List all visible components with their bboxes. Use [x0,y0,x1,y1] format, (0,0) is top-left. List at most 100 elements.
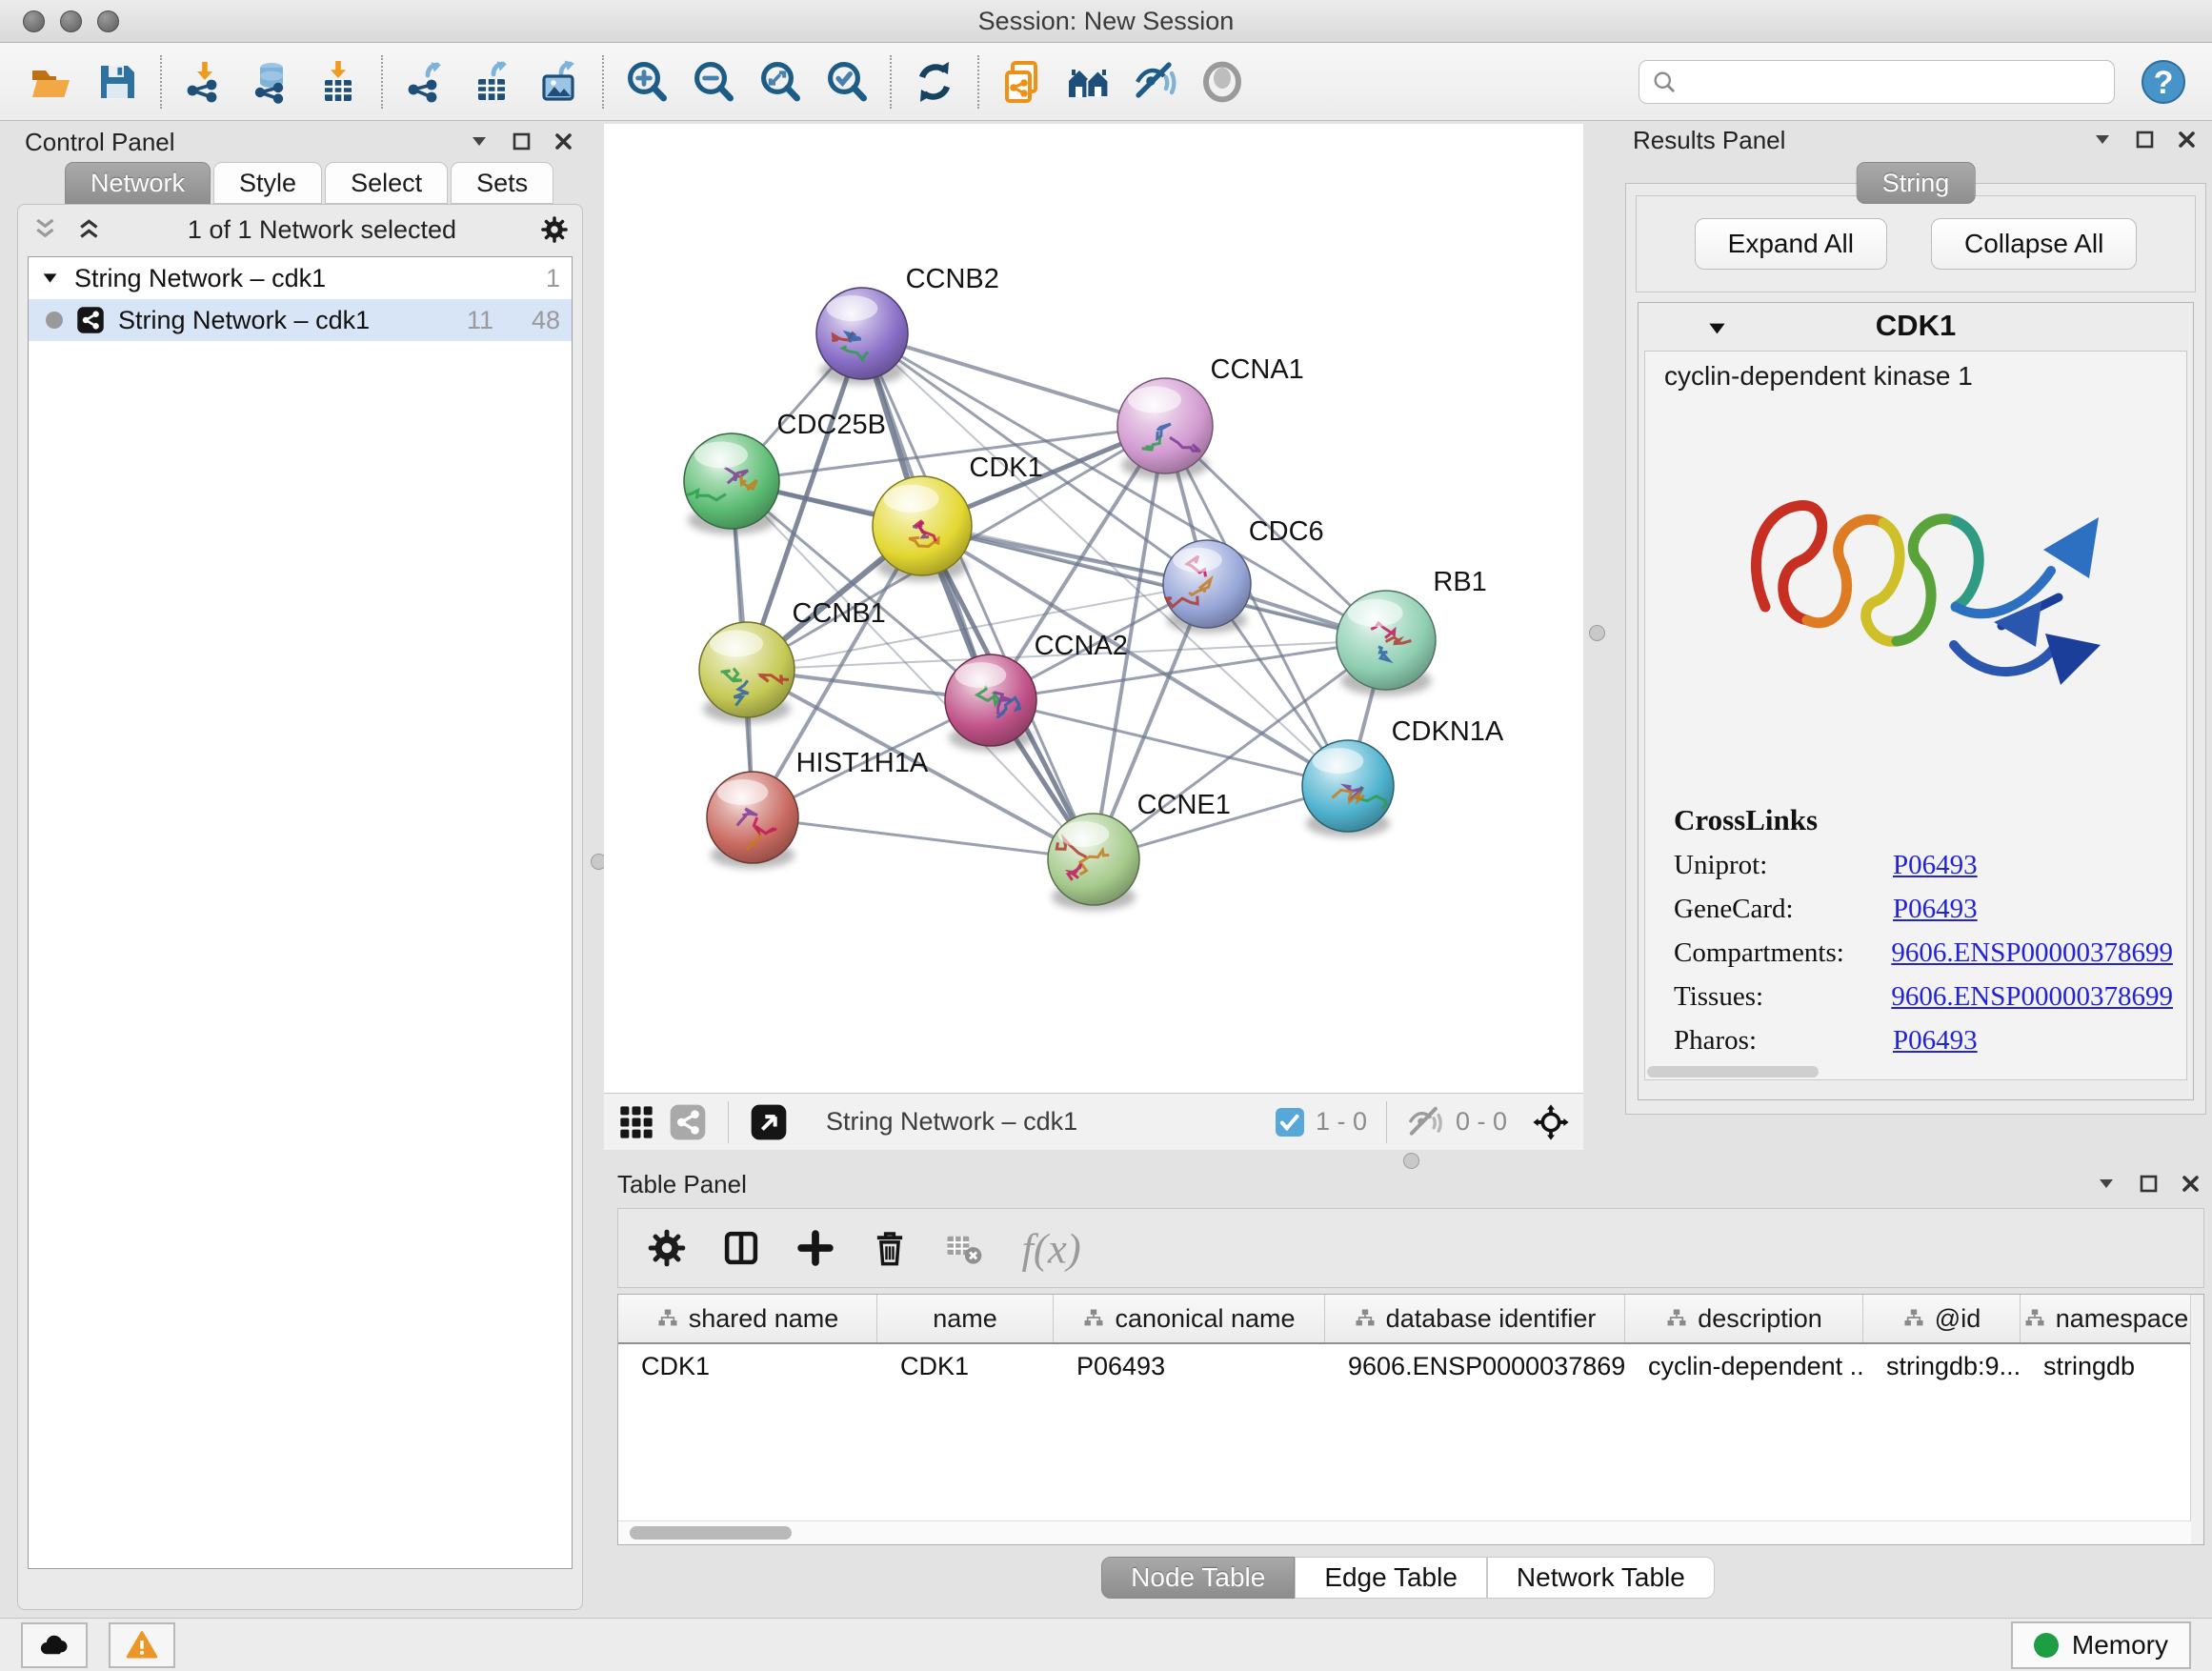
cell-shared-name[interactable]: CDK1 [618,1344,877,1388]
tab-style[interactable]: Style [213,162,322,204]
crosslink-link[interactable]: P06493 [1893,850,1978,881]
close-panel-icon[interactable] [2176,129,2199,151]
cell-namespace[interactable]: stringdb [2021,1344,2192,1388]
search-box[interactable] [1639,60,2115,104]
tab-node-table[interactable]: Node Table [1101,1557,1295,1599]
zoom-out-button[interactable] [688,56,739,108]
column-header-canonical-name[interactable]: canonical name [1054,1295,1325,1342]
application-window: Session: New Session ? Control Panel [0,0,2212,1671]
scrollbar-thumb[interactable] [630,1526,792,1540]
import-network-from-database-button[interactable] [246,56,297,108]
table-options-gear-icon[interactable] [647,1228,687,1268]
export-table-button[interactable] [467,56,518,108]
entry-gene-name: CDK1 [1876,309,1956,343]
network-icon-gray[interactable] [669,1103,707,1141]
grid-view-icon[interactable] [617,1103,655,1141]
control-panel-tabs: NetworkStyleSelectSets [65,162,556,204]
table-vertical-scrollbar[interactable] [2190,1295,2203,1544]
expand-all-button[interactable]: Expand All [1695,218,1887,270]
network-row[interactable]: String Network – cdk1 11 48 [29,299,572,341]
column-header-label: canonical name [1115,1304,1295,1334]
show-all-nodes-edges-button[interactable] [1063,56,1115,108]
crosslink-link[interactable]: 9606.ENSP00000378699 [1891,937,2173,969]
zoom-selected-button[interactable] [821,56,873,108]
cell-description[interactable]: cyclin-dependent ... [1625,1344,1863,1388]
crosslink-link[interactable]: 9606.ENSP00000378699 [1891,981,2173,1013]
tab-sets[interactable]: Sets [451,162,553,204]
cell-canonical-name[interactable]: P06493 [1054,1344,1325,1388]
hide-selected-button[interactable] [1130,56,1181,108]
column-header-label: description [1698,1304,1822,1334]
table-horizontal-scrollbar[interactable] [618,1520,2191,1544]
tab-edge-table[interactable]: Edge Table [1295,1557,1487,1599]
panel-menu-icon[interactable] [469,131,492,153]
entry-scrollbar[interactable] [1647,1066,1819,1077]
crosslink-link[interactable]: P06493 [1893,1025,1978,1057]
column-header-namespace[interactable]: namespace [2021,1295,2192,1342]
toggle-graphics-details-button[interactable] [1196,56,1248,108]
zoom-window-icon[interactable] [97,10,119,32]
collapse-all-button[interactable]: Collapse All [1931,218,2137,270]
float-panel-icon[interactable] [2138,1173,2161,1196]
export-image-button[interactable] [533,56,585,108]
tab-select[interactable]: Select [325,162,448,204]
collection-disclosure-icon[interactable] [40,268,61,289]
zoom-fit-content-button[interactable] [754,56,806,108]
table-row[interactable]: CDK1CDK1P064939606.ENSP00000378699cyclin… [618,1344,2203,1388]
export-network-button[interactable] [400,56,452,108]
toolbar-separator [890,55,892,109]
create-network-from-selection-button[interactable] [996,56,1048,108]
network-canvas[interactable]: CCNB2CCNA1CDC25BCDK1CDC6RB1CCNB1CCNA2CDK… [604,124,1583,1093]
delete-column-icon[interactable] [870,1228,910,1268]
memory-button[interactable]: Memory [2011,1621,2191,1669]
network-collection-row[interactable]: String Network – cdk1 1 [29,257,572,299]
column-header-description[interactable]: description [1625,1295,1863,1342]
selected-node-edge-counts: 1 - 0 [1316,1107,1367,1137]
column-header-shared-name[interactable]: shared name [618,1295,877,1342]
zoom-in-button[interactable] [621,56,673,108]
search-input[interactable] [1687,66,2102,97]
column-header-id[interactable]: @id [1863,1295,2021,1342]
help-button[interactable]: ? [2140,58,2187,106]
selected-checkbox[interactable] [1276,1108,1304,1137]
panel-menu-icon[interactable] [2096,1173,2119,1196]
network-label: String Network – cdk1 [118,306,427,335]
column-header-database-identifier[interactable]: database identifier [1325,1295,1625,1342]
float-panel-icon[interactable] [2134,129,2157,151]
open-file-button[interactable] [25,56,76,108]
show-columns-icon[interactable] [721,1228,761,1268]
close-panel-icon[interactable] [2180,1173,2202,1196]
tab-network-table[interactable]: Network Table [1487,1557,1715,1599]
right-splitter-handle[interactable] [1589,625,1605,641]
zoom-out-icon [691,59,736,105]
import-table-from-file-button[interactable] [312,56,364,108]
cell-name[interactable]: CDK1 [877,1344,1054,1388]
minimize-window-icon[interactable] [60,10,82,32]
bottom-splitter-handle[interactable] [1403,1153,1419,1169]
crosslink-link[interactable]: P06493 [1893,894,1978,925]
tab-string[interactable]: String [1857,162,1976,204]
close-window-icon[interactable] [23,10,45,32]
birds-eye-view-icon[interactable] [750,1103,788,1141]
toolbar-separator [160,55,162,109]
panel-menu-icon[interactable] [2092,129,2115,151]
cloud-button[interactable] [21,1622,88,1668]
cell-database-identifier[interactable]: 9606.ENSP00000378699 [1325,1344,1625,1388]
column-header-name[interactable]: name [877,1295,1054,1342]
create-column-icon[interactable] [795,1228,835,1268]
status-bar: Memory [0,1618,2212,1671]
entry-disclosure-icon[interactable] [1705,316,1730,341]
cell-id[interactable]: stringdb:9... [1863,1344,2021,1388]
float-panel-icon[interactable] [511,131,533,153]
tab-network[interactable]: Network [65,162,211,204]
collapse-all-icon[interactable] [31,215,60,244]
apply-preferred-layout-button[interactable] [909,56,960,108]
pan-crosshair-icon[interactable] [1532,1103,1570,1141]
save-session-button[interactable] [91,56,143,108]
warnings-button[interactable] [109,1622,175,1668]
close-panel-icon[interactable] [553,131,575,153]
memory-label: Memory [2072,1630,2168,1661]
expand-all-icon[interactable] [75,215,104,244]
options-gear-icon[interactable] [540,215,569,244]
import-network-from-file-button[interactable] [179,56,231,108]
